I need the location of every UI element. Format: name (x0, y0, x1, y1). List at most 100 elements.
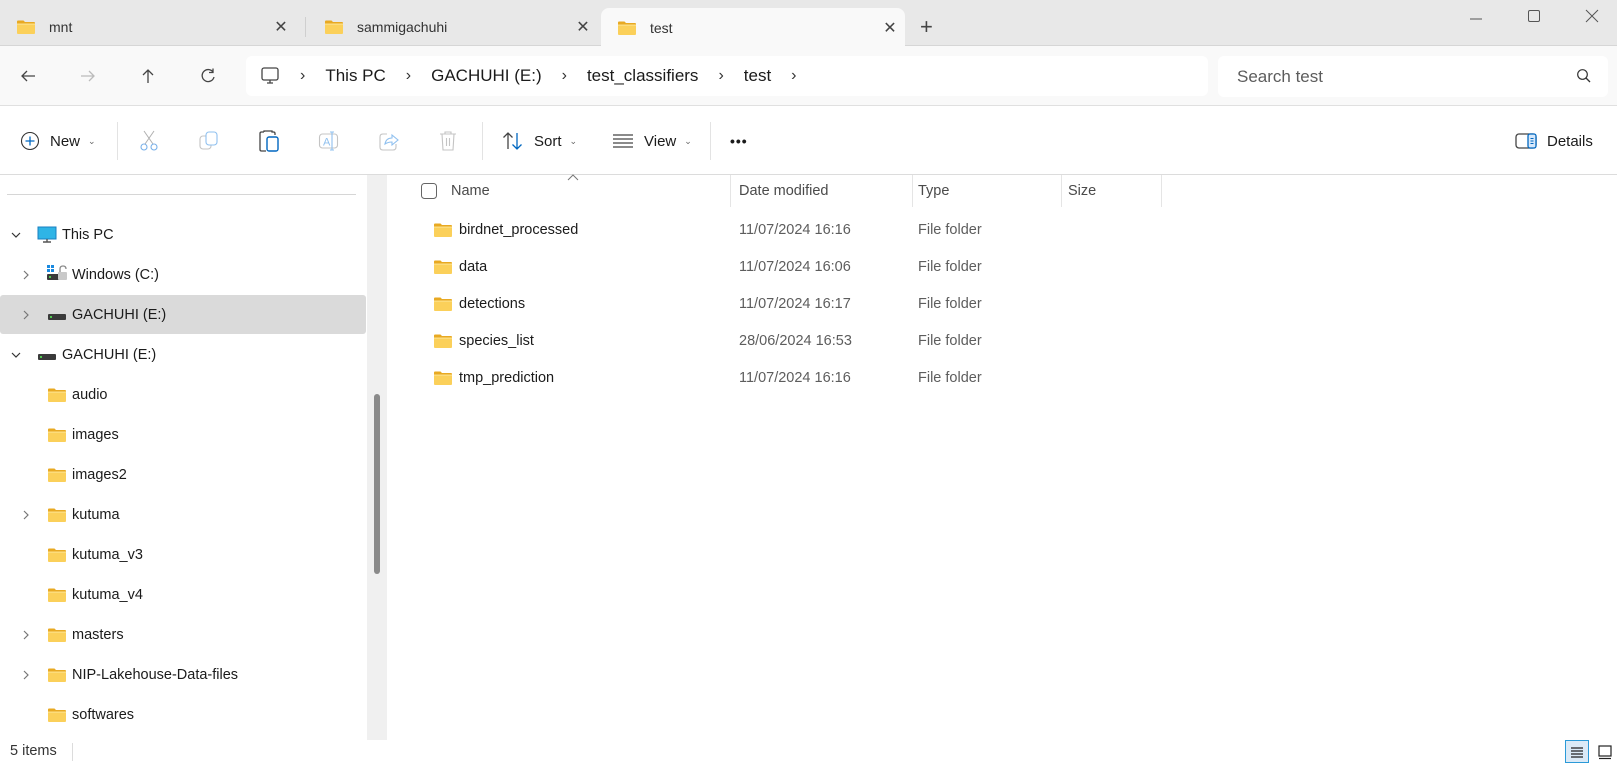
file-row[interactable]: birdnet_processed 11/07/2024 16:16 File … (387, 212, 1487, 248)
see-more-button[interactable]: ••• (730, 126, 748, 156)
back-button[interactable] (14, 62, 42, 90)
folder-icon (433, 259, 453, 275)
chevron-down-icon: ⌄ (684, 135, 692, 146)
column-header-name[interactable]: Name (451, 175, 711, 207)
chevron-right-icon[interactable] (19, 508, 33, 522)
sidebar-item-images[interactable]: images (0, 415, 366, 454)
computer-icon (261, 67, 279, 84)
sidebar-item-images2[interactable]: images2 (0, 455, 366, 494)
column-header-size[interactable]: Size (1068, 175, 1158, 207)
file-row[interactable]: detections 11/07/2024 16:17 File folder (387, 286, 1487, 322)
sidebar-item-label: images (72, 426, 119, 443)
new-button[interactable]: New ⌄ (20, 126, 96, 156)
breadcrumb-this-pc[interactable]: This PC (325, 66, 385, 86)
navigation-bar: › This PC › GACHUHI (E:) › test_classifi… (0, 46, 1617, 106)
sidebar-item-this-pc[interactable]: This PC (0, 215, 366, 254)
divider (72, 743, 73, 761)
column-header-date-modified[interactable]: Date modified (739, 175, 909, 207)
cut-button[interactable] (139, 126, 159, 156)
view-label: View (644, 132, 677, 150)
svg-text:A: A (323, 137, 331, 149)
folder-icon (47, 467, 67, 483)
close-tab-icon[interactable]: ✕ (568, 17, 598, 37)
column-divider[interactable] (730, 175, 731, 207)
up-button[interactable] (134, 62, 162, 90)
chevron-right-icon[interactable] (19, 308, 33, 322)
file-row[interactable]: data 11/07/2024 16:06 File folder (387, 249, 1487, 285)
breadcrumb-test[interactable]: test (744, 66, 771, 86)
rename-button[interactable]: A (318, 126, 340, 156)
column-divider[interactable] (1061, 175, 1062, 207)
sidebar-item-softwares[interactable]: softwares (0, 695, 366, 734)
tab-sammigachuhi[interactable]: sammigachuhi ✕ (308, 8, 598, 46)
sidebar-item-gachuhi-e-root[interactable]: GACHUHI (E:) (0, 335, 366, 374)
folder-icon (617, 20, 637, 36)
breadcrumb-separator[interactable]: › (300, 67, 305, 85)
copy-button[interactable] (198, 126, 220, 156)
breadcrumb-separator[interactable]: › (718, 67, 723, 85)
file-name: detections (459, 296, 526, 312)
divider (482, 122, 483, 160)
tiles-view-icon (1598, 744, 1612, 759)
sidebar-item-kutuma-v4[interactable]: kutuma_v4 (0, 575, 366, 614)
close-window-button[interactable] (1572, 4, 1612, 28)
close-icon (1585, 9, 1599, 23)
chevron-down-icon[interactable] (9, 348, 23, 362)
sidebar-item-kutuma[interactable]: kutuma (0, 495, 366, 534)
sort-button[interactable]: Sort ⌄ (502, 126, 577, 156)
item-count: 5 items (10, 743, 57, 759)
chevron-down-icon[interactable] (9, 228, 23, 242)
share-button[interactable] (378, 126, 400, 156)
paste-button[interactable] (258, 126, 280, 156)
refresh-button[interactable] (194, 62, 222, 90)
file-row[interactable]: species_list 28/06/2024 16:53 File folde… (387, 323, 1487, 359)
scissors-icon (140, 130, 158, 151)
details-button[interactable]: Details (1515, 126, 1593, 156)
breadcrumb-drive[interactable]: GACHUHI (E:) (431, 66, 542, 86)
delete-button[interactable] (438, 126, 458, 156)
search-input[interactable]: Search test (1237, 67, 1323, 87)
file-row[interactable]: tmp_prediction 11/07/2024 16:16 File fol… (387, 360, 1487, 396)
sidebar-scrollbar-thumb[interactable] (374, 394, 380, 574)
chevron-right-icon[interactable] (19, 268, 33, 282)
sidebar-item-label: This PC (62, 226, 114, 243)
sidebar-item-label: Windows (C:) (72, 266, 160, 283)
sidebar-item-gachuhi-e[interactable]: GACHUHI (E:) (0, 295, 366, 334)
sidebar-item-masters[interactable]: masters (0, 615, 366, 654)
breadcrumb-test-classifiers[interactable]: test_classifiers (587, 66, 698, 86)
folder-icon (47, 587, 67, 603)
chevron-right-icon[interactable] (19, 628, 33, 642)
minimize-button[interactable] (1456, 4, 1496, 28)
trash-icon (440, 131, 456, 151)
address-bar[interactable]: › This PC › GACHUHI (E:) › test_classifi… (246, 56, 1208, 96)
details-view-button[interactable] (1565, 740, 1589, 763)
sidebar-item-nip-lakehouse-data-files[interactable]: NIP-Lakehouse-Data-files (0, 655, 366, 694)
tab-mnt[interactable]: mnt ✕ (0, 8, 296, 46)
large-icons-view-button[interactable] (1593, 740, 1617, 763)
file-name: tmp_prediction (459, 370, 555, 386)
close-tab-icon[interactable]: ✕ (266, 17, 296, 37)
breadcrumb-separator[interactable]: › (791, 67, 796, 85)
breadcrumb-separator[interactable]: › (406, 67, 411, 85)
sidebar-item-kutuma-v3[interactable]: kutuma_v3 (0, 535, 366, 574)
folder-icon (433, 370, 453, 386)
column-divider[interactable] (912, 175, 913, 207)
divider (117, 122, 118, 160)
chevron-right-icon[interactable] (19, 668, 33, 682)
column-header-type[interactable]: Type (918, 175, 1058, 207)
view-button[interactable]: View ⌄ (612, 126, 692, 156)
breadcrumb-separator[interactable]: › (562, 67, 567, 85)
sort-label: Sort (534, 132, 562, 150)
tab-test[interactable]: test ✕ (601, 8, 905, 47)
column-divider[interactable] (1161, 175, 1162, 207)
maximize-button[interactable] (1514, 4, 1554, 28)
sidebar-item-windows-c[interactable]: Windows (C:) (0, 255, 366, 294)
sidebar-item-audio[interactable]: audio (0, 375, 366, 414)
search-box[interactable]: Search test (1218, 56, 1608, 97)
tab-divider (305, 17, 306, 37)
new-tab-button[interactable]: + (920, 14, 933, 40)
close-tab-icon[interactable]: ✕ (875, 18, 905, 38)
forward-button[interactable] (74, 62, 102, 90)
select-all-checkbox[interactable] (421, 175, 437, 207)
folder-icon (47, 547, 67, 563)
